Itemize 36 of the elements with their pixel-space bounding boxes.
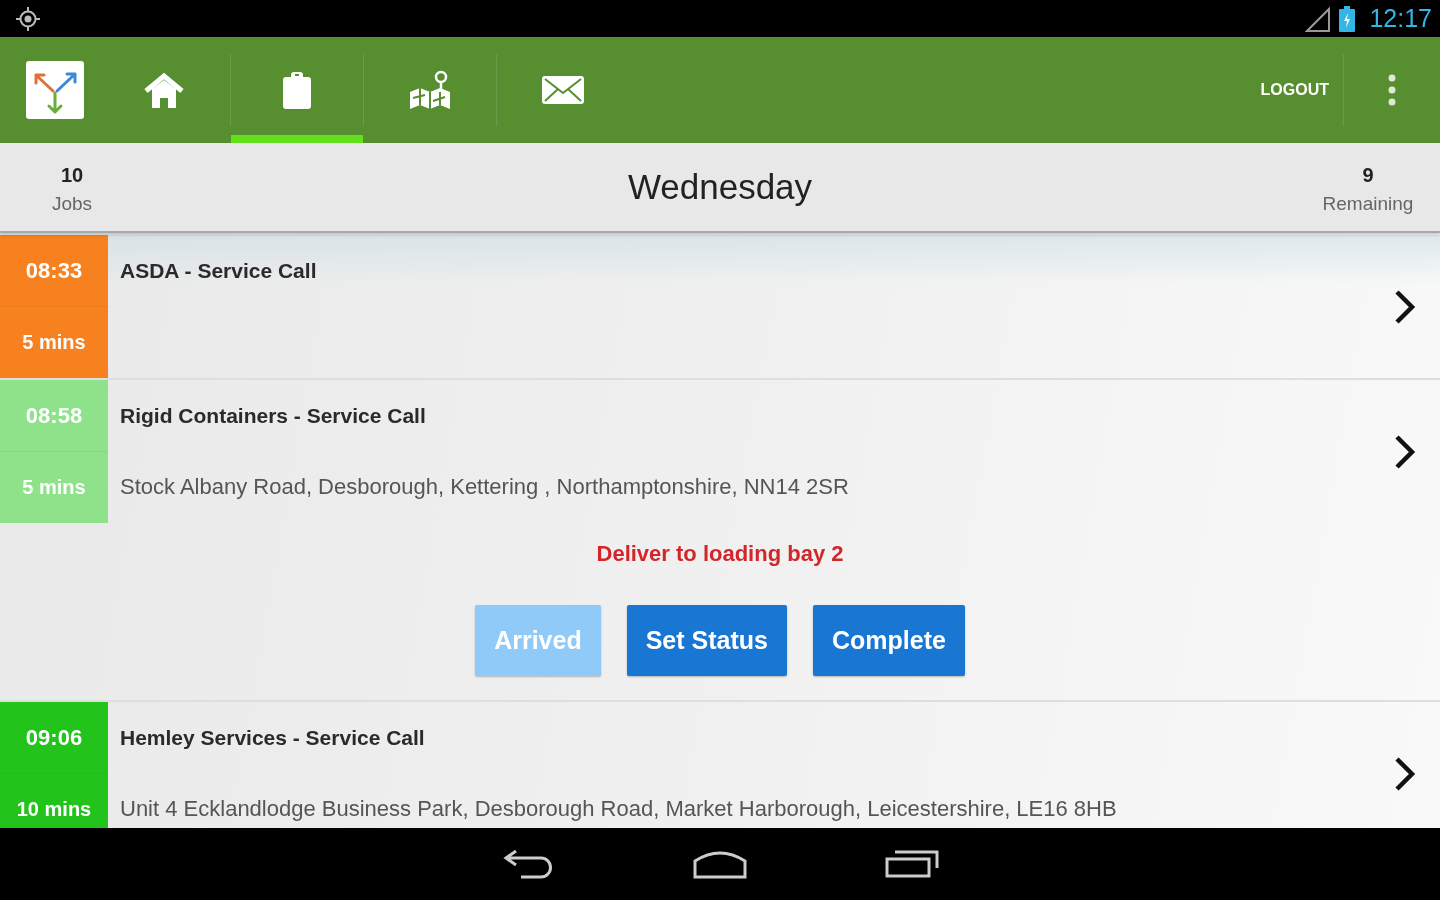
back-icon: [503, 849, 553, 879]
job-duration: 10 mins: [16, 798, 92, 821]
signal-icon: [1305, 5, 1332, 32]
job-title: Hemley Services - Service Call: [120, 725, 425, 750]
map-pin-icon: [409, 70, 451, 110]
job-title: ASDA - Service Call: [120, 258, 317, 283]
jobs-count: 10: [60, 163, 84, 187]
job-duration: 5 mins: [22, 331, 86, 354]
chevron-right-icon[interactable]: [1394, 288, 1416, 325]
status-time: 12:17: [1369, 4, 1432, 33]
logout-button[interactable]: LOGOUT: [1246, 60, 1343, 120]
chevron-right-icon[interactable]: [1394, 433, 1416, 470]
home-outline-icon: [692, 849, 748, 879]
clipboard-icon: [282, 71, 312, 109]
battery-icon: [1339, 5, 1356, 32]
job-time: 08:58: [25, 402, 83, 429]
jobs-label: Jobs: [51, 192, 93, 215]
location-icon: [16, 6, 40, 31]
remaining-count: 9: [1362, 163, 1374, 187]
job-address: Unit 4 Ecklandlodge Business Park, Desborough Road, Market Harborough, Leicestershire, LE16 8HB: [120, 796, 1117, 823]
app-logo-icon[interactable]: [26, 61, 84, 119]
action-button[interactable]: Set Status: [626, 605, 787, 676]
job-time: 09:06: [25, 724, 83, 751]
job-note: Deliver to loading bay 2: [596, 541, 844, 566]
remaining-label: Remaining: [1322, 192, 1414, 215]
chevron-right-icon[interactable]: [1394, 755, 1416, 792]
job-title: Rigid Containers - Service Call: [120, 403, 426, 428]
recent-apps-icon: [885, 850, 939, 878]
more-vertical-icon: [1388, 74, 1396, 106]
day-title: Wednesday: [627, 167, 813, 206]
home-icon: [143, 72, 185, 108]
job-duration: 5 mins: [22, 476, 86, 499]
job-time: 08:33: [25, 257, 83, 284]
action-button[interactable]: Complete: [812, 605, 965, 676]
job-address: Stock Albany Road, Desborough, Kettering , Northamptonshire, NN14 2SR: [120, 474, 849, 501]
mail-icon: [542, 76, 584, 104]
